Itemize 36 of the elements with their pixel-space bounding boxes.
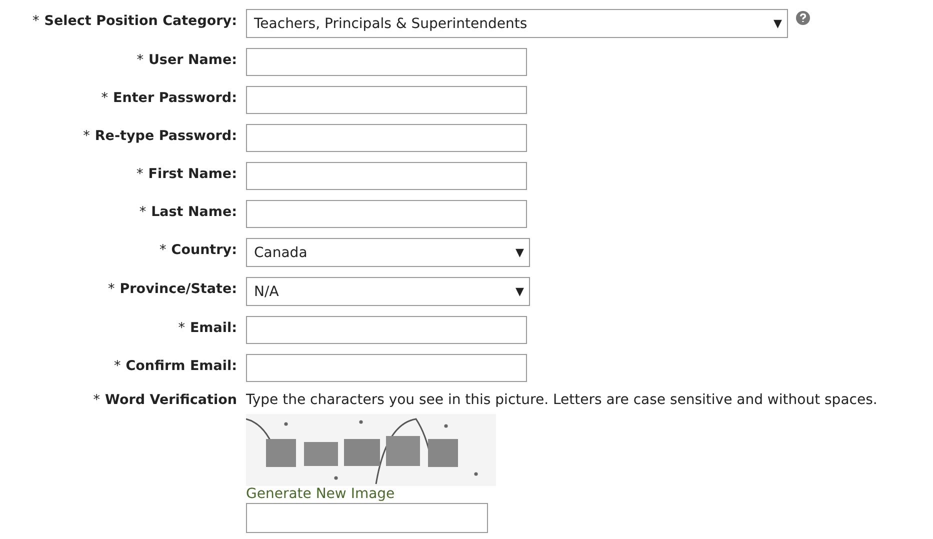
field-label: First Name: xyxy=(148,166,237,182)
field-label: Email: xyxy=(190,320,237,336)
input-field[interactable] xyxy=(246,162,527,190)
input-field[interactable] xyxy=(246,48,527,76)
dropdown[interactable]: Canada ▼ xyxy=(246,238,530,267)
input-field[interactable] xyxy=(246,124,527,152)
field-label: Re-type Password: xyxy=(94,128,237,144)
required-mark: * xyxy=(83,128,90,144)
required-mark: * xyxy=(160,242,166,258)
field-label: Word Verification xyxy=(105,392,237,408)
dropdown[interactable]: N/A ▼ xyxy=(246,277,530,306)
input-field[interactable] xyxy=(246,200,527,228)
field-label: Province/State: xyxy=(120,281,237,297)
required-mark: * xyxy=(108,281,115,297)
answer-box[interactable] xyxy=(246,503,488,533)
required-mark: * xyxy=(136,52,144,68)
help-icon[interactable] xyxy=(796,11,810,25)
instructions-text: Type the characters you see in this picture. Letters are case sensitive and without spaces. xyxy=(246,392,878,408)
input-field[interactable] xyxy=(246,316,527,344)
required-mark: * xyxy=(178,320,185,336)
input-field[interactable] xyxy=(246,354,527,382)
required-mark: * xyxy=(93,392,100,408)
required-mark: * xyxy=(32,13,40,29)
required-mark: * xyxy=(114,358,121,374)
input-field[interactable] xyxy=(246,86,527,114)
field-label: Country: xyxy=(171,242,237,258)
field-label: Last Name: xyxy=(151,204,237,220)
field-label: Enter Password: xyxy=(113,90,237,106)
field-label: User Name: xyxy=(148,52,237,68)
required-mark: * xyxy=(136,166,144,182)
generate-link[interactable]: Generate New Image xyxy=(246,486,395,502)
required-mark: * xyxy=(139,204,146,220)
field-label: Confirm Email: xyxy=(126,358,237,374)
field-label: Select Position Category: xyxy=(44,13,237,29)
dropdown[interactable]: Teachers, Principals & Superintendents ▼ xyxy=(246,9,788,38)
required-mark: * xyxy=(101,90,108,106)
